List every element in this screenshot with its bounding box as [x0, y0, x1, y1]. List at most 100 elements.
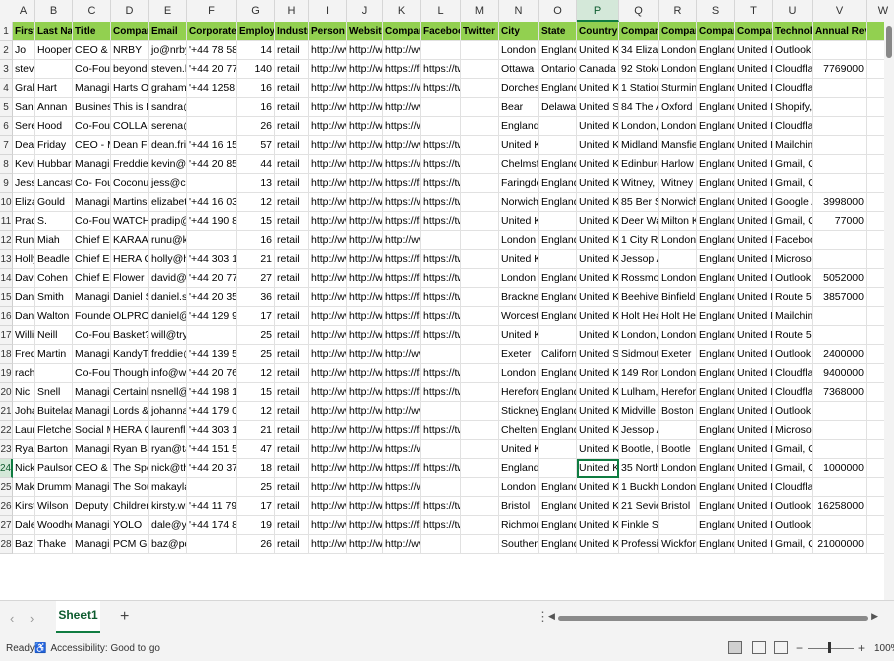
table-cell[interactable]	[187, 478, 237, 497]
table-cell[interactable]	[187, 174, 237, 193]
table-cell[interactable]: Mansfield	[659, 136, 697, 155]
table-cell[interactable]: Flower Sta	[111, 269, 149, 288]
table-cell[interactable]	[813, 307, 867, 326]
table-cell[interactable]: England	[697, 117, 735, 136]
zoom-percent[interactable]: 100%	[874, 636, 894, 661]
header-cell[interactable]: Industry	[275, 22, 309, 41]
table-cell[interactable]: England	[539, 41, 577, 60]
table-cell[interactable]: Profession	[619, 535, 659, 554]
table-cell[interactable]: Freddie Le	[111, 155, 149, 174]
table-cell[interactable]: England	[697, 269, 735, 288]
table-cell[interactable]: https://www.facebo	[383, 478, 421, 497]
table-cell[interactable]: 21	[237, 421, 275, 440]
table-cell[interactable]: United Kin	[735, 174, 773, 193]
table-cell[interactable]: London	[659, 459, 697, 478]
table-cell[interactable]: Gmail, Outlook, Google Apps, Zende	[773, 155, 813, 174]
table-cell[interactable]: England	[697, 231, 735, 250]
table-cell[interactable]	[421, 345, 461, 364]
table-cell[interactable]	[421, 98, 461, 117]
table-cell[interactable]	[813, 402, 867, 421]
table-cell[interactable]: http://ww	[347, 516, 383, 535]
table-cell[interactable]: London	[659, 41, 697, 60]
row-header[interactable]: 28	[0, 535, 13, 554]
row-header[interactable]: 15	[0, 288, 13, 307]
table-cell[interactable]: retail	[275, 79, 309, 98]
table-cell[interactable]: http://ww	[347, 98, 383, 117]
table-cell[interactable]: England	[697, 459, 735, 478]
table-cell[interactable]: KARAAMA	[111, 231, 149, 250]
table-cell[interactable]: http://ww	[309, 478, 347, 497]
table-cell[interactable]: Walton	[35, 307, 73, 326]
table-cell[interactable]: England	[539, 421, 577, 440]
column-header[interactable]: J	[347, 0, 383, 22]
table-cell[interactable]: NRBY	[111, 41, 149, 60]
table-cell[interactable]: Jo	[13, 41, 35, 60]
table-cell[interactable]: Managing	[73, 383, 111, 402]
table-cell[interactable]: Managing	[73, 79, 111, 98]
table-cell[interactable]: 25	[237, 478, 275, 497]
table-cell[interactable]: Finkle Street, England	[619, 516, 659, 535]
table-cell[interactable]: holly@her	[149, 250, 187, 269]
table-cell[interactable]: 14	[237, 41, 275, 60]
table-cell[interactable]: http://ww	[309, 41, 347, 60]
table-cell[interactable]	[461, 98, 499, 117]
table-cell[interactable]: https://tw	[421, 174, 461, 193]
row-header[interactable]: 27	[0, 516, 13, 535]
table-cell[interactable]: Gmail, Goc	[773, 459, 813, 478]
table-cell[interactable]: Microsoft Office 365, Active Campa	[773, 250, 813, 269]
table-cell[interactable]: retail	[275, 497, 309, 516]
table-cell[interactable]: http://ww	[347, 402, 383, 421]
table-cell[interactable]: '+44 179 0	[187, 402, 237, 421]
table-cell[interactable]: United Kin	[735, 288, 773, 307]
table-cell[interactable]	[461, 250, 499, 269]
header-cell[interactable]: Twitter Ur	[461, 22, 499, 41]
table-cell[interactable]: England	[539, 497, 577, 516]
table-cell[interactable]: http://ww	[309, 440, 347, 459]
table-cell[interactable]: http://ww	[347, 459, 383, 478]
table-cell[interactable]: http://ww	[309, 136, 347, 155]
horizontal-scroll-thumb[interactable]	[558, 616, 868, 621]
table-cell[interactable]	[461, 478, 499, 497]
table-cell[interactable]: London	[659, 326, 697, 345]
table-cell[interactable]: Bear	[499, 98, 539, 117]
table-cell[interactable]: Bootle	[659, 440, 697, 459]
table-cell[interactable]: http://ww	[347, 269, 383, 288]
row-header[interactable]: 10	[0, 193, 13, 212]
table-cell[interactable]: United Kin	[577, 231, 619, 250]
column-header[interactable]: S	[697, 0, 735, 22]
table-cell[interactable]: sandra@thisisbeauty.	[149, 98, 187, 117]
table-cell[interactable]: Outlook, Microsoft Office 365, Shop	[773, 41, 813, 60]
table-cell[interactable]: London	[499, 364, 539, 383]
column-header[interactable]: R	[659, 0, 697, 22]
table-cell[interactable]: United Sta	[577, 345, 619, 364]
table-cell[interactable]: Lulham, He	[619, 383, 659, 402]
column-header[interactable]: V	[813, 0, 867, 22]
table-cell[interactable]	[421, 440, 461, 459]
table-cell[interactable]: United Kin	[735, 307, 773, 326]
table-cell[interactable]	[187, 231, 237, 250]
table-cell[interactable]: United Kin	[577, 326, 619, 345]
row-header[interactable]: 21	[0, 402, 13, 421]
table-cell[interactable]: Graham	[13, 79, 35, 98]
row-header[interactable]: 20	[0, 383, 13, 402]
table-cell[interactable]: Managing	[73, 345, 111, 364]
table-cell[interactable]: United Kin	[499, 136, 539, 155]
table-cell[interactable]: 17	[237, 307, 275, 326]
table-cell[interactable]: United Kin	[577, 250, 619, 269]
table-cell[interactable]: England	[539, 478, 577, 497]
table-cell[interactable]	[461, 535, 499, 554]
table-cell[interactable]: England	[539, 383, 577, 402]
table-cell[interactable]	[461, 136, 499, 155]
table-cell[interactable]: Deputy CE	[73, 497, 111, 516]
table-cell[interactable]: United Kin	[735, 117, 773, 136]
column-header[interactable]: H	[275, 0, 309, 22]
row-header[interactable]: 4	[0, 79, 13, 98]
table-cell[interactable]: http://ww	[347, 383, 383, 402]
table-cell[interactable]: England	[499, 459, 539, 478]
table-cell[interactable]: Co-Founde	[73, 117, 111, 136]
table-cell[interactable]: https://fac	[383, 269, 421, 288]
table-cell[interactable]: United Kin	[735, 402, 773, 421]
table-cell[interactable]: Lancaster	[35, 174, 73, 193]
table-cell[interactable]: Friday	[35, 136, 73, 155]
table-cell[interactable]: Thought C	[111, 364, 149, 383]
